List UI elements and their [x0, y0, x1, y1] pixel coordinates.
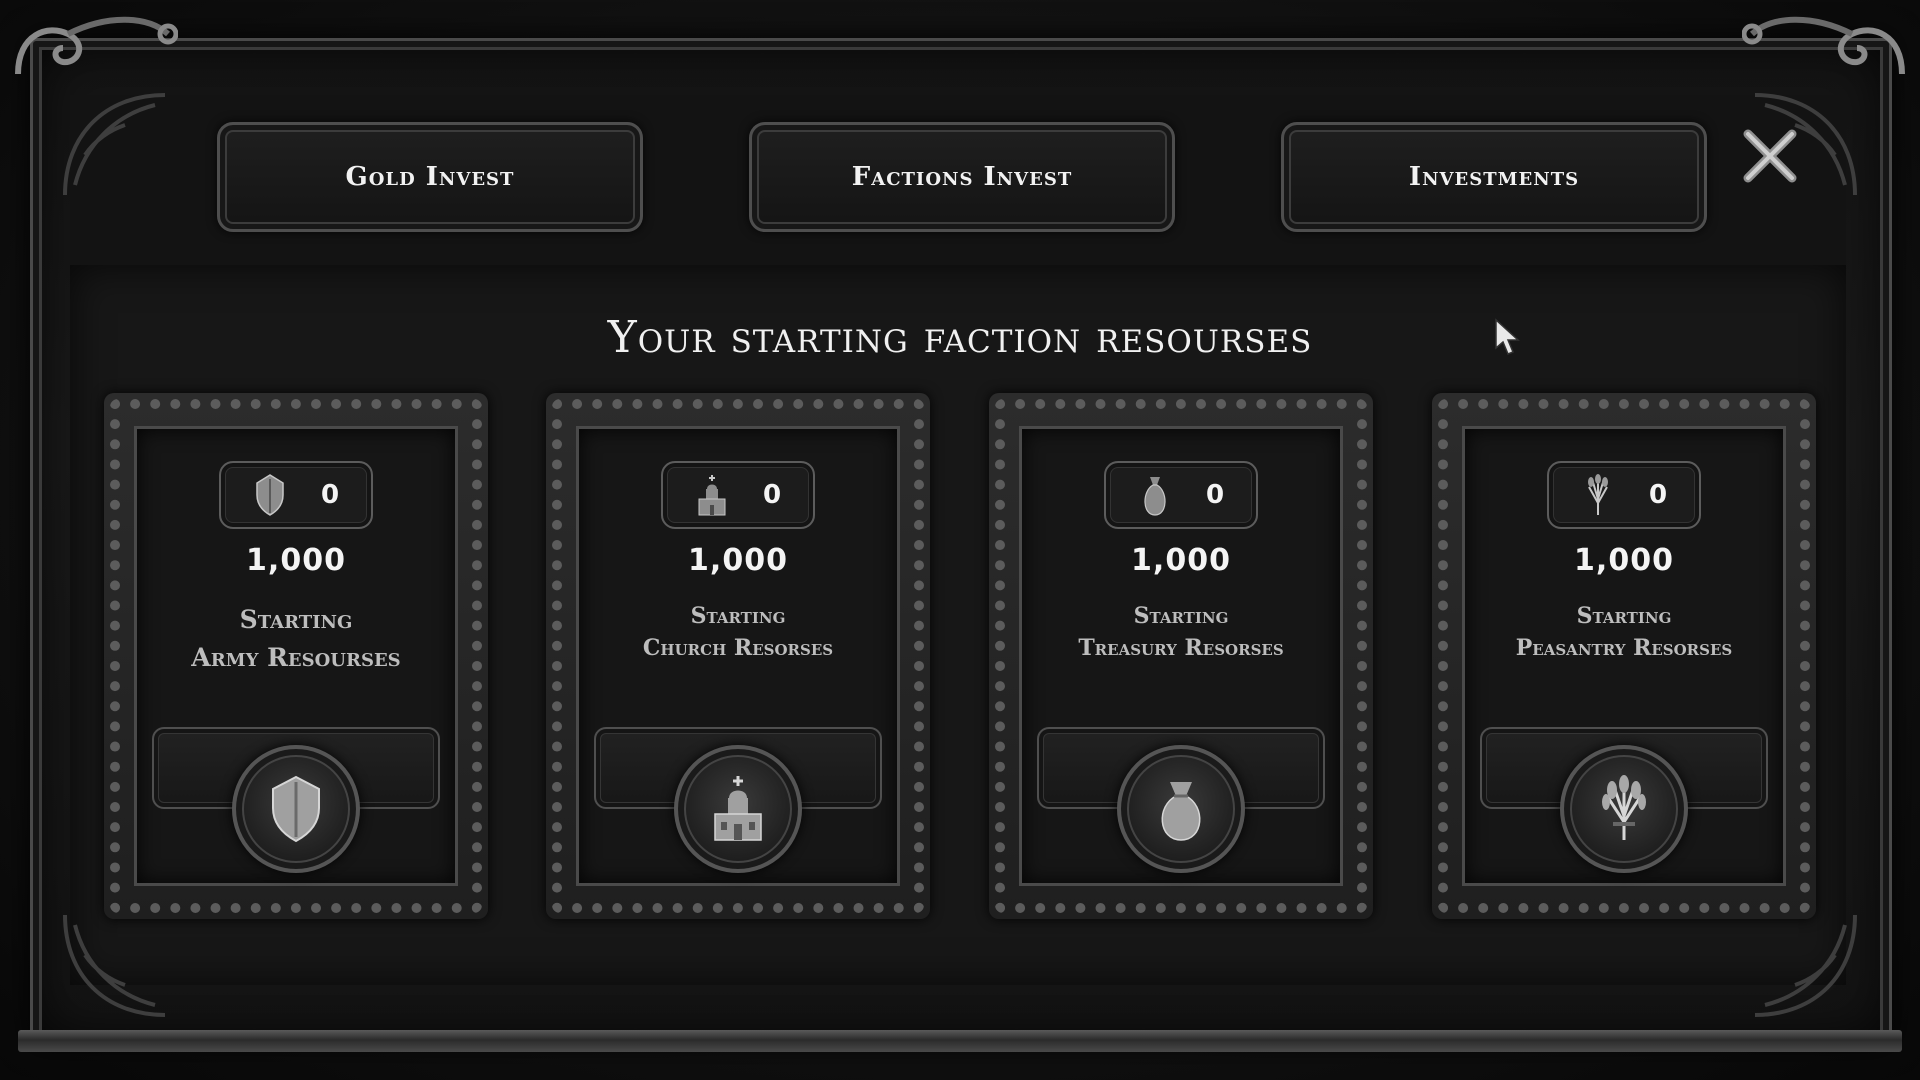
peasantry-emblem-button[interactable]: [1560, 745, 1688, 873]
resource-amount: 1,000: [246, 543, 346, 578]
corner-scroll-ornament-left: [15, 16, 178, 75]
faction-count: 0: [320, 480, 340, 510]
faction-count-badge: 0: [1104, 461, 1258, 529]
resource-label-line1: Starting: [690, 603, 786, 629]
shield-icon: [256, 474, 284, 516]
tab-gold-invest-label: Gold Invest: [345, 162, 515, 192]
faction-count: 0: [1648, 480, 1668, 510]
wheat-sheaf-icon: [1587, 474, 1608, 515]
close-icon[interactable]: [1740, 126, 1800, 186]
mouse-pointer-icon: [1495, 318, 1520, 355]
faction-card-peasantry: 0 1,000 Starting Peasantry Resorses: [1432, 393, 1816, 919]
wheat-sheaf-icon: [1602, 775, 1646, 840]
treasury-emblem-button[interactable]: [1117, 745, 1245, 873]
resource-label-line2: Treasury Resorses: [1078, 634, 1284, 661]
tab-gold-invest[interactable]: Gold Invest: [217, 122, 643, 232]
tab-factions-invest-label: Factions Invest: [851, 162, 1073, 192]
tab-investments-label: Investments: [1408, 162, 1580, 192]
resource-label-line1: Starting: [1576, 603, 1672, 629]
resource-amount: 1,000: [1131, 543, 1231, 578]
shield-icon: [272, 775, 320, 843]
faction-card-army: 0 1,000 Starting Army Resourses: [104, 393, 488, 919]
resource-label-line2: Army Resourses: [191, 642, 401, 672]
church-emblem-button[interactable]: [674, 745, 802, 873]
faction-count-badge: 0: [1547, 461, 1701, 529]
faction-card-treasury: 0 1,000 Starting Treasury Resorses: [989, 393, 1373, 919]
bottom-frame-rail: [18, 1030, 1902, 1052]
resource-label: Starting Peasantry Resorses: [1432, 601, 1816, 665]
page-title: Your starting faction resourses: [607, 312, 1313, 363]
faction-card-church: 0 1,000 Starting Church Resorses: [546, 393, 930, 919]
faction-count-badge: 0: [219, 461, 373, 529]
resource-label-line2: Church Resorses: [642, 634, 834, 661]
money-bag-icon: [1144, 477, 1166, 516]
faction-count-badge: 0: [661, 461, 815, 529]
resource-label: Starting Treasury Resorses: [989, 601, 1373, 665]
filigree-ornament-bottom-right: [1754, 914, 1857, 1017]
money-bag-icon: [1161, 782, 1201, 841]
faction-count: 0: [1205, 480, 1225, 510]
tab-factions-invest[interactable]: Factions Invest: [749, 122, 1175, 232]
tab-investments[interactable]: Investments: [1281, 122, 1707, 232]
resource-label: Starting Army Resourses: [104, 601, 488, 676]
resource-label-line1: Starting: [1133, 603, 1229, 629]
resource-amount: 1,000: [1574, 543, 1674, 578]
corner-scroll-ornament-right: [1742, 16, 1905, 75]
resource-label-line1: Starting: [239, 605, 353, 634]
army-emblem-button[interactable]: [232, 745, 360, 873]
church-icon: [698, 475, 726, 516]
resource-amount: 1,000: [688, 543, 788, 578]
resource-label-line2: Peasantry Resorses: [1515, 634, 1733, 661]
filigree-ornament-top-left: [63, 93, 166, 196]
resource-label: Starting Church Resorses: [546, 601, 930, 665]
filigree-ornament-bottom-left: [63, 914, 166, 1017]
faction-count: 0: [762, 480, 782, 510]
church-icon: [714, 776, 762, 841]
